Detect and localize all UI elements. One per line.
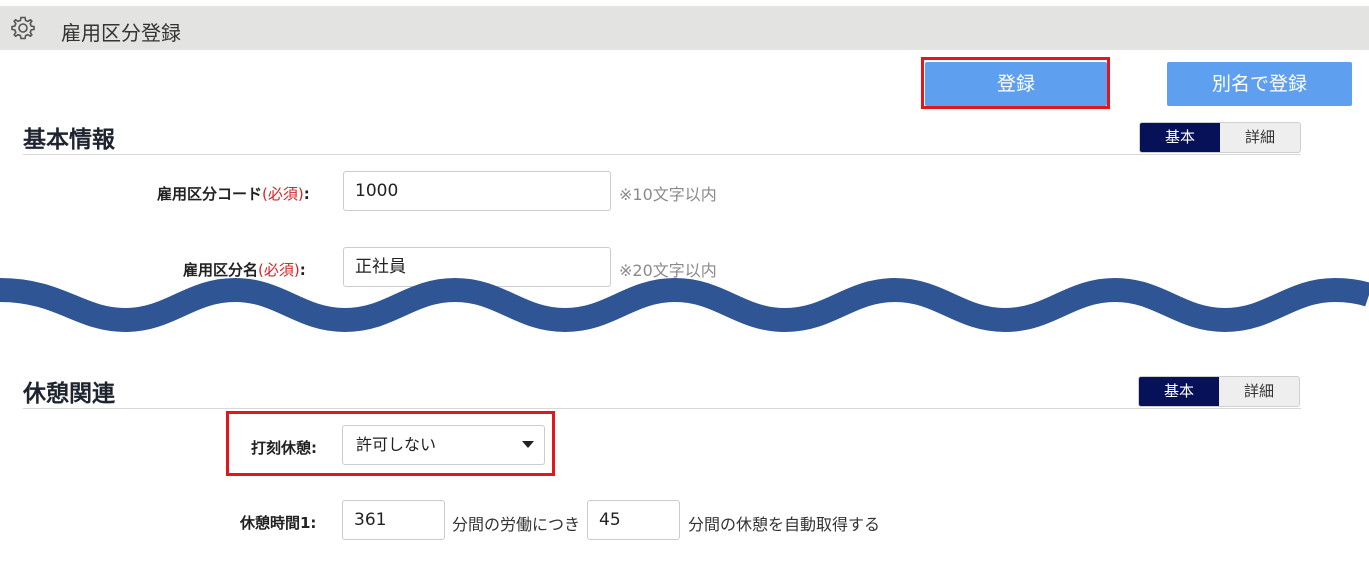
employment-code-hint: ※10文字以内 bbox=[619, 185, 717, 204]
break-view-toggle: 基本 詳細 bbox=[1138, 376, 1300, 407]
save-as-button[interactable]: 別名で登録 bbox=[1167, 62, 1352, 106]
toggle-detail[interactable]: 詳細 bbox=[1220, 123, 1300, 152]
basic-info-view-toggle: 基本 詳細 bbox=[1139, 122, 1301, 153]
page-title: 雇用区分登録 bbox=[61, 21, 181, 45]
section-title-basic-info: 基本情報 bbox=[23, 127, 115, 153]
break-minutes-input[interactable]: 45 bbox=[587, 500, 680, 540]
label-colon: : bbox=[303, 185, 310, 203]
break-time-1-label: 休憩時間1: bbox=[240, 514, 317, 532]
section-divider bbox=[23, 154, 1301, 155]
stamp-break-highlight bbox=[226, 411, 555, 476]
toggle-basic[interactable]: 基本 bbox=[1140, 123, 1220, 152]
employment-code-input[interactable]: 1000 bbox=[343, 171, 611, 211]
gear-icon bbox=[11, 16, 35, 40]
page-break-wave bbox=[0, 277, 1369, 333]
toggle-basic[interactable]: 基本 bbox=[1139, 377, 1219, 406]
break-time-mid-text: 分間の労働につき bbox=[452, 515, 581, 534]
required-marker: (必須) bbox=[262, 185, 304, 203]
break-time-end-text: 分間の休憩を自動取得する bbox=[688, 515, 881, 534]
title-bar: 雇用区分登録 bbox=[0, 6, 1369, 50]
work-minutes-input[interactable]: 361 bbox=[342, 500, 445, 540]
register-button-highlight bbox=[921, 57, 1110, 109]
employment-code-label: 雇用区分コード(必須): bbox=[157, 183, 310, 204]
employment-code-label-text: 雇用区分コード bbox=[157, 185, 263, 203]
toggle-detail[interactable]: 詳細 bbox=[1219, 377, 1299, 406]
section-title-break: 休憩関連 bbox=[23, 381, 115, 407]
section-divider bbox=[23, 408, 1301, 409]
